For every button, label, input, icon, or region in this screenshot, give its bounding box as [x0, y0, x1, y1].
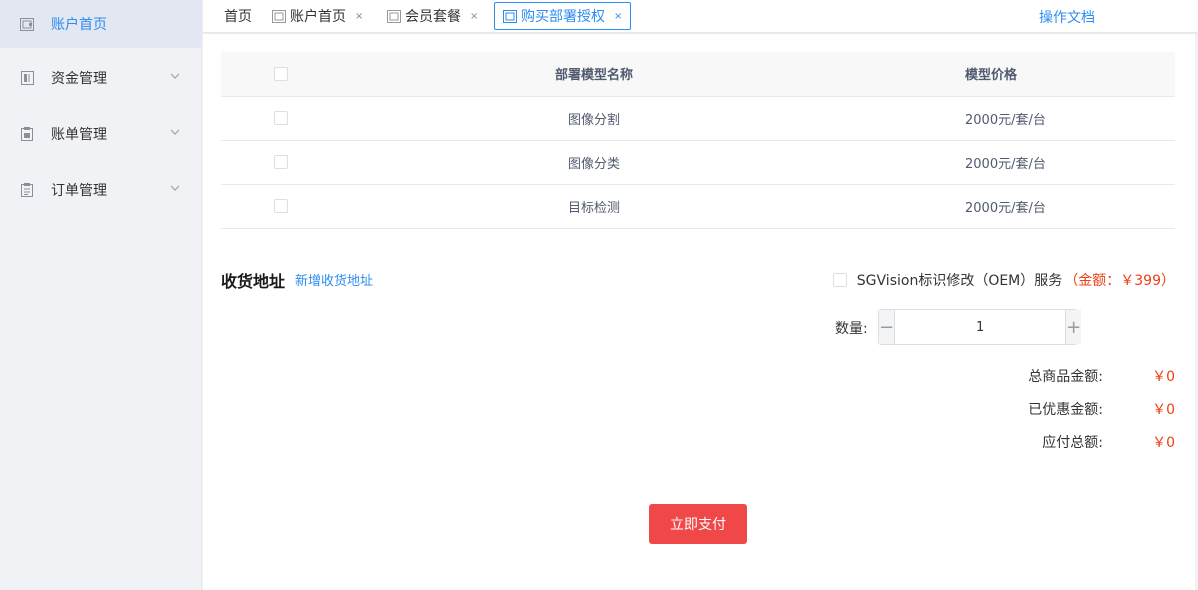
model-price: 2000元/套/台: [769, 96, 1175, 141]
model-name: 图像分割: [419, 96, 769, 141]
payable-amount-row: 应付总额: ￥0: [1013, 432, 1175, 452]
sidebar-item-label: 账户首页: [51, 17, 107, 33]
sidebar-item-label: 资金管理: [51, 71, 107, 87]
sidebar-item-label: 订单管理: [51, 183, 107, 199]
select-all-checkbox[interactable]: [274, 66, 288, 81]
tab-account-home[interactable]: 账户首页 ×: [272, 2, 363, 30]
quantity-label: 数量:: [835, 321, 868, 337]
model-table: 部署模型名称 模型价格 图像分割 2000元/套/台 图像分类 2000元/套/…: [221, 52, 1175, 229]
tab-purchase-deployment[interactable]: 购买部署授权 ×: [494, 2, 632, 30]
tab-label: 账户首页: [290, 9, 346, 25]
table-header-row: 部署模型名称 模型价格: [221, 52, 1175, 97]
increment-button[interactable]: +: [1065, 310, 1082, 344]
table-row[interactable]: 图像分类 2000元/套/台: [221, 140, 1175, 185]
column-header-model-price: 模型价格: [769, 52, 1175, 97]
quantity-input[interactable]: [895, 310, 1066, 344]
chevron-down-icon: [170, 73, 180, 79]
oem-label: SGVision标识修改（OEM）服务: [856, 273, 1063, 289]
row-checkbox[interactable]: [274, 199, 288, 213]
operation-docs-link[interactable]: 操作文档: [1039, 7, 1095, 27]
wallet-icon: [272, 9, 286, 23]
decrement-button[interactable]: −: [879, 310, 896, 344]
wallet-icon: [387, 9, 401, 23]
oem-checkbox[interactable]: [832, 273, 847, 287]
oem-service-option[interactable]: SGVision标识修改（OEM）服务 （金额：￥399）: [832, 270, 1175, 290]
total-amount-row: 总商品金额: ￥0: [1013, 366, 1175, 386]
order-icon: [20, 183, 34, 197]
tab-home[interactable]: 首页: [224, 2, 252, 30]
close-icon[interactable]: ×: [470, 11, 478, 22]
sidebar-item-order-management[interactable]: 订单管理: [0, 166, 202, 214]
ledger-icon: [20, 71, 34, 85]
discount-amount-value: ￥0: [1152, 402, 1175, 418]
sidebar-item-bill-management[interactable]: 账单管理: [0, 110, 202, 158]
sidebar-item-label: 账单管理: [51, 127, 107, 143]
table-row[interactable]: 图像分割 2000元/套/台: [221, 96, 1175, 141]
pay-now-button[interactable]: 立即支付: [649, 504, 747, 544]
chevron-down-icon: [170, 129, 180, 135]
close-icon[interactable]: ×: [614, 11, 622, 22]
sidebar-item-account-home[interactable]: 账户首页: [0, 0, 202, 48]
tab-bar: 首页 账户首页 × 会员套餐 × 购买部署授权 × 操作文档: [203, 0, 1198, 33]
discount-amount-label: 已优惠金额:: [1028, 402, 1103, 418]
tab-membership[interactable]: 会员套餐 ×: [387, 2, 478, 30]
discount-amount-row: 已优惠金额: ￥0: [1013, 399, 1175, 419]
row-checkbox[interactable]: [274, 155, 288, 169]
model-name: 图像分类: [419, 140, 769, 185]
sidebar: 账户首页 资金管理 账单管理 订单管理: [0, 0, 202, 590]
column-header-model-name: 部署模型名称: [419, 52, 769, 97]
add-address-link[interactable]: 新增收货地址: [295, 270, 373, 289]
total-amount-value: ￥0: [1152, 369, 1175, 385]
close-icon[interactable]: ×: [355, 11, 363, 22]
model-price: 2000元/套/台: [769, 140, 1175, 185]
sidebar-item-fund-management[interactable]: 资金管理: [0, 54, 202, 102]
clipboard-icon: [20, 127, 34, 141]
main-content: 部署模型名称 模型价格 图像分割 2000元/套/台 图像分类 2000元/套/…: [203, 34, 1195, 590]
tab-label: 会员套餐: [405, 9, 461, 25]
wallet-icon: [503, 9, 517, 23]
chevron-down-icon: [170, 185, 180, 191]
tab-label: 首页: [224, 9, 252, 25]
payable-amount-value: ￥0: [1152, 435, 1175, 451]
model-name: 目标检测: [419, 184, 769, 229]
payable-amount-label: 应付总额:: [1042, 435, 1103, 451]
shipping-address-title: 收货地址: [221, 272, 286, 291]
total-amount-label: 总商品金额:: [1028, 369, 1103, 385]
oem-price: （金额：￥399）: [1064, 273, 1175, 289]
row-checkbox[interactable]: [274, 111, 288, 125]
table-row[interactable]: 目标检测 2000元/套/台: [221, 184, 1175, 229]
quantity-stepper: − +: [878, 309, 1082, 345]
tab-label: 购买部署授权: [521, 9, 605, 25]
wallet-icon: [20, 17, 34, 31]
model-price: 2000元/套/台: [769, 184, 1175, 229]
